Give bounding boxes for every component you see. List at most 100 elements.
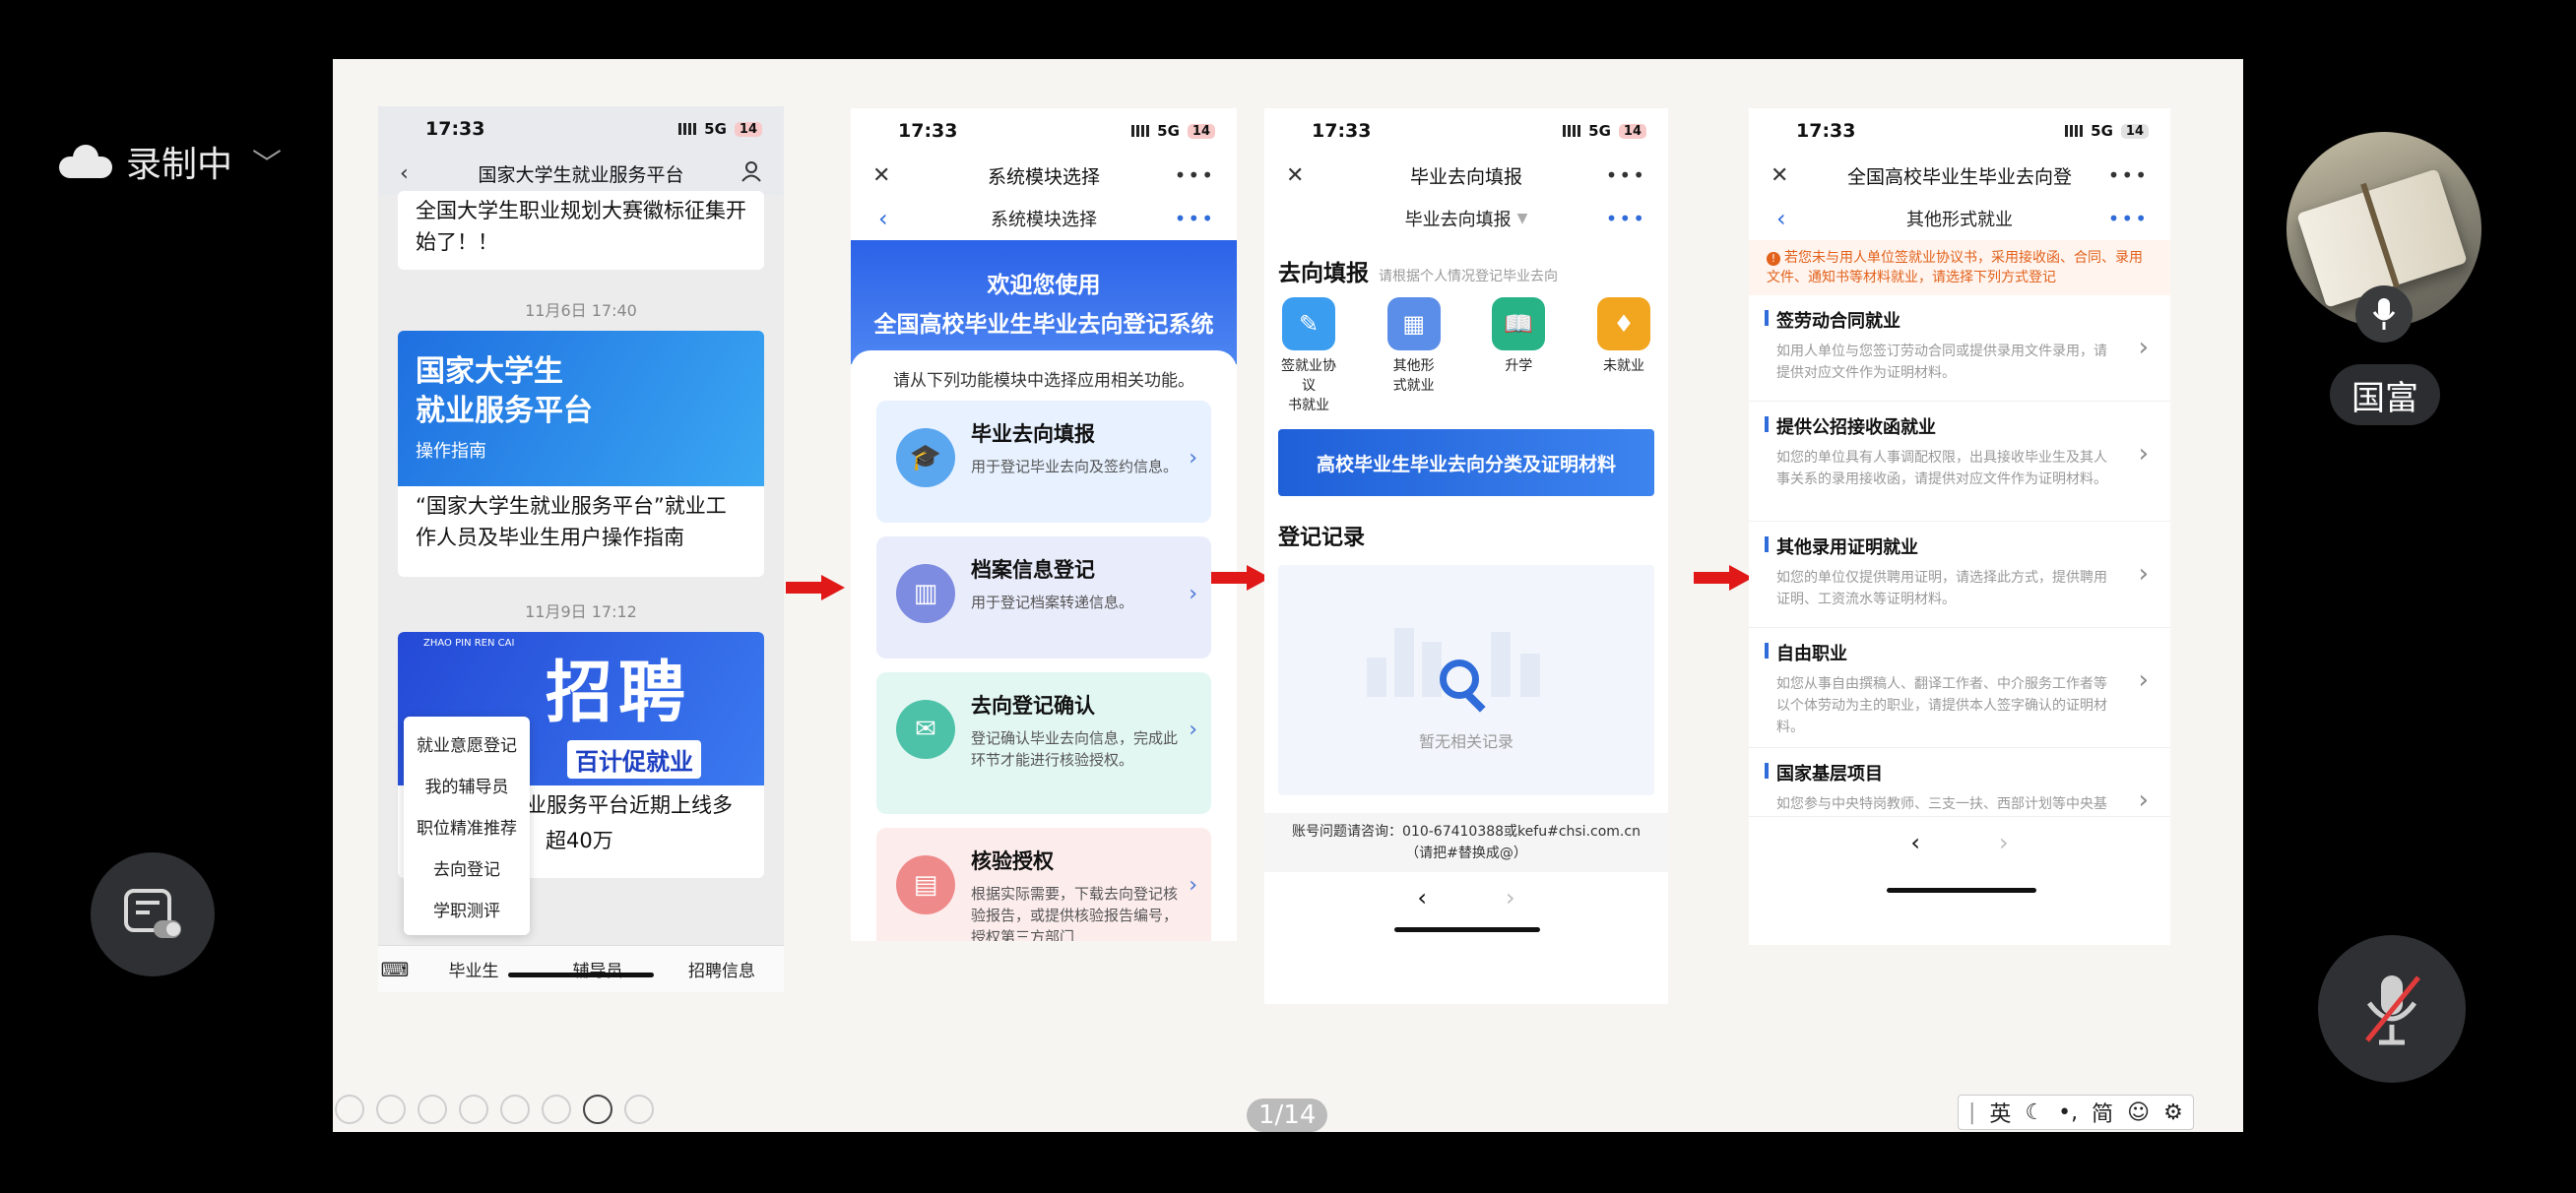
signal-icon [678, 123, 697, 135]
arrow-right-icon [1211, 565, 1270, 591]
chevron-right-icon: › [2138, 333, 2149, 362]
tie-icon: ♦ [1596, 297, 1650, 350]
graduation-cap-icon: 🎓 [896, 428, 955, 487]
quick-action-unemployed[interactable]: ♦ 未就业 [1593, 297, 1654, 415]
message-card[interactable]: 国家大学生 就业服务平台 操作指南 “国家大学生就业服务平台”就业工作人员及毕业… [398, 331, 764, 577]
cloud-icon [59, 145, 112, 178]
moon-icon[interactable]: ☾ [2025, 1100, 2044, 1125]
module-card[interactable]: ▥ 档案信息登记 用于登记档案转递信息。 › [876, 536, 1211, 659]
empty-state: 暂无相关记录 [1278, 565, 1654, 795]
document-icon: ✎ [1282, 297, 1335, 350]
browser-forward-icon[interactable]: › [1506, 884, 1515, 911]
archive-icon: ▥ [896, 564, 955, 623]
ime-script[interactable]: 简 [2092, 1097, 2113, 1128]
nav-bar: ✕ 系统模块选择 ••• [851, 154, 1237, 197]
list-item[interactable]: 签劳动合同就业 如用人单位与您签订劳动合同或提供录用文件录用，请提供对应文件作为… [1749, 295, 2170, 402]
mic-muted-icon [2365, 975, 2420, 1045]
next-slide-icon[interactable] [376, 1095, 406, 1124]
grid-view-icon[interactable] [542, 1095, 571, 1124]
warning-banner: ! 若您未与用人单位签就业协议书，采用接收函、合同、录用文件、通知书等材料就业，请… [1749, 240, 2170, 295]
nav-bar: ‹ 国家大学生就业服务平台 [378, 152, 784, 195]
more-icon[interactable]: ••• [2108, 163, 2149, 187]
status-bar: 17:33 5G 14 [378, 106, 784, 152]
more-icon[interactable]: ••• [1606, 163, 1646, 187]
more-icon[interactable]: ••• [2108, 207, 2149, 230]
tab-graduate[interactable]: 毕业生 [412, 957, 536, 981]
recording-indicator[interactable]: 录制中 ﹀ [59, 136, 282, 187]
dropdown-icon[interactable]: ▼ [1517, 211, 1528, 226]
list-item[interactable]: 其他录用证明就业 如您的单位仅提供聘用证明，请选择此方式，提供聘用证明、工资流水… [1749, 522, 2170, 628]
page-title: 系统模块选择 [987, 165, 1100, 188]
ime-language[interactable]: 英 [1989, 1097, 2011, 1128]
page-title: 国家大学生就业服务平台 [478, 163, 684, 186]
quick-action-study[interactable]: 📖 升学 [1488, 297, 1549, 415]
close-icon[interactable]: ✕ [1286, 163, 1304, 188]
settings-icon[interactable]: ⚙ [2163, 1100, 2183, 1125]
list-item[interactable]: 自由职业 如您从事自由撰稿人、翻译工作者、中介服务工作者等以个体劳动为主的职业，… [1749, 628, 2170, 748]
punctuation-icon[interactable]: •, [2058, 1100, 2078, 1125]
menu-item[interactable]: 就业意愿登记 [404, 722, 530, 764]
section-header: 去向填报 请根据个人情况登记毕业去向 [1278, 261, 1558, 286]
arrow-right-icon [786, 575, 845, 600]
menu-item[interactable]: 去向登记 [404, 847, 530, 888]
home-indicator [1394, 927, 1540, 932]
prev-slide-icon[interactable] [335, 1095, 364, 1124]
more-options-icon[interactable] [624, 1095, 654, 1124]
profile-icon[interactable] [741, 160, 762, 187]
keyboard-icon[interactable]: ⌨ [378, 958, 412, 981]
status-time: 17:33 [425, 118, 485, 140]
back-icon[interactable]: ‹ [1776, 205, 1786, 232]
browser-forward-icon[interactable]: › [1999, 829, 2009, 856]
empty-text: 暂无相关记录 [1418, 732, 1513, 751]
module-card[interactable]: ▤ 核验授权 根据实际需要，下载去向登记核验报告，或提供核验报告编号，授权第三方… [876, 828, 1211, 941]
list-item[interactable]: 国家基层项目 如您参与中央特岗教师、三支一扶、西部计划等中央基层项目，请提供项目… [1749, 748, 2170, 817]
back-icon[interactable]: ‹ [400, 161, 409, 186]
notes-icon [124, 889, 181, 938]
nav-bar: ✕ 毕业去向填报 ••• [1264, 154, 1668, 197]
menu-item[interactable]: 我的辅导员 [404, 764, 530, 805]
zoom-icon[interactable] [500, 1095, 530, 1124]
video-icon[interactable] [583, 1095, 612, 1124]
quick-action-other[interactable]: ▦ 其他形 式就业 [1384, 297, 1445, 415]
emoji-icon[interactable]: ☺ [2127, 1100, 2150, 1125]
back-icon[interactable]: ‹ [878, 205, 888, 232]
message-text: “国家大学生就业服务平台”就业工作人员及毕业生用户操作指南 [416, 494, 727, 549]
chevron-right-icon: › [2138, 785, 2149, 815]
info-banner[interactable]: 高校毕业生毕业去向分类及证明材料 [1278, 429, 1654, 496]
tab-job-info[interactable]: 招聘信息 [660, 957, 784, 981]
ime-toolbar: | 英 ☾ •, 简 ☺ ⚙ [1958, 1095, 2194, 1130]
nav-bar: ✕ 全国高校毕业生毕业去向登 ••• [1749, 154, 2170, 197]
more-icon[interactable]: ••• [1175, 207, 1215, 230]
quick-action-agreement[interactable]: ✎ 签就业协议 书就业 [1278, 297, 1339, 415]
browser-nav: ‹ › [1749, 829, 2170, 856]
chevron-right-icon: › [1189, 718, 1197, 742]
module-panel: 请从下列功能模块中选择应用相关功能。 🎓 毕业去向填报 用于登记毕业去向及签约信… [851, 350, 1237, 941]
menu-item[interactable]: 职位精准推荐 [404, 805, 530, 847]
more-icon[interactable]: ••• [1175, 163, 1215, 187]
copy-icon[interactable] [459, 1095, 488, 1124]
support-footer: 账号问题请咨询：010-67410388或kefu#chsi.com.cn （请… [1264, 813, 1668, 872]
page-title: 全国高校毕业生毕业去向登 [1846, 165, 2072, 188]
menu-item[interactable]: 学职测评 [404, 888, 530, 929]
list-item[interactable]: 提供公招接收函就业 如您的单位具有人事调配权限，出具接收毕业生及其人事关系的录用… [1749, 402, 2170, 522]
module-card[interactable]: 🎓 毕业去向填报 用于登记毕业去向及签约信息。 › [876, 401, 1211, 523]
page-indicator: 1/14 [1247, 1099, 1328, 1132]
phone-screen-3: 17:33 5G 14 ✕ 毕业去向填报 ••• 毕业去向填报 ▼ ••• 去向填报… [1264, 108, 1668, 1004]
browser-back-icon[interactable]: ‹ [1910, 829, 1920, 856]
message-text: 全国大学生职业规划大赛徽标征集开始了！！ [416, 199, 746, 254]
more-icon[interactable]: ••• [1606, 207, 1646, 230]
message-card[interactable]: 全国大学生职业规划大赛徽标征集开始了！！ [398, 191, 764, 270]
module-card[interactable]: ✉ 去向登记确认 登记确认毕业去向信息，完成此环节才能进行核验授权。 › [876, 672, 1211, 814]
shared-slide: 17:33 5G 14 ‹ 国家大学生就业服务平台 全国大学生职业规划大赛徽标征集… [333, 59, 2243, 1132]
participant-name: 国富 [2330, 364, 2440, 425]
panel-hint: 请从下列功能模块中选择应用相关功能。 [893, 371, 1194, 391]
alert-icon: ! [1767, 252, 1780, 266]
pen-icon[interactable] [418, 1095, 447, 1124]
close-icon[interactable]: ✕ [1771, 163, 1788, 188]
mute-button[interactable] [2318, 935, 2466, 1083]
chevron-right-icon: › [1189, 582, 1197, 606]
close-icon[interactable]: ✕ [872, 163, 890, 188]
tab-counselor[interactable]: 辅导员 [536, 957, 660, 981]
notes-button[interactable] [91, 852, 215, 976]
browser-back-icon[interactable]: ‹ [1417, 884, 1427, 911]
